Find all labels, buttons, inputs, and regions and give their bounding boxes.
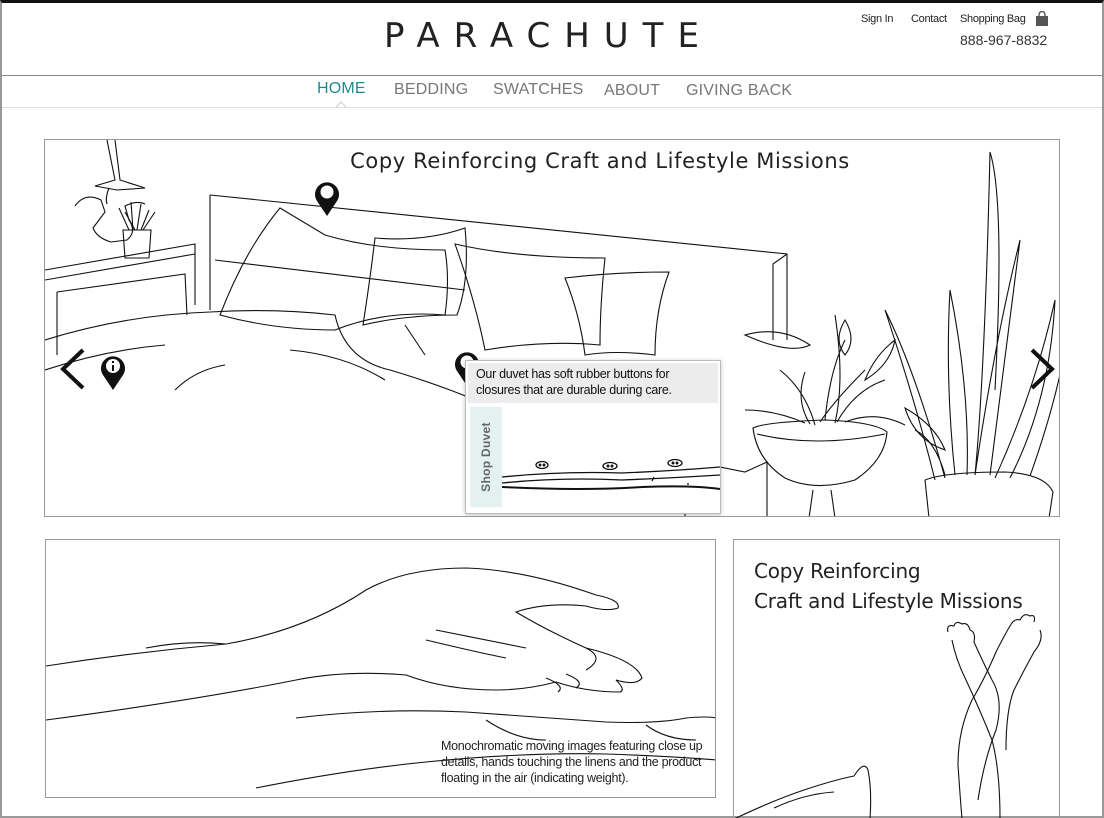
shop-duvet-label: Shop Duvet: [479, 422, 494, 492]
main-nav: HOME BEDDING SWATCHES ABOUT GIVING BACK: [2, 77, 1102, 108]
nav-home[interactable]: HOME: [317, 80, 366, 98]
legs-illustration: [734, 614, 1042, 818]
shopping-bag-link[interactable]: Shopping Bag: [960, 13, 1026, 25]
popover-description: Our duvet has soft rubber buttons for cl…: [468, 363, 718, 403]
shopping-bag-icon[interactable]: [1035, 11, 1049, 27]
info-pin-icon[interactable]: [97, 351, 129, 391]
map-pin-icon[interactable]: [311, 177, 343, 217]
mission-panel: Copy Reinforcing Craft and Lifestyle Mis…: [733, 539, 1060, 818]
nav-about[interactable]: ABOUT: [604, 82, 660, 100]
brand-logo[interactable]: PARACHUTE: [384, 16, 713, 56]
active-indicator: [336, 101, 346, 107]
product-popover: Our duvet has soft rubber buttons for cl…: [465, 360, 721, 514]
shop-duvet-button[interactable]: Shop Duvet: [470, 407, 502, 507]
feature-caption: Monochromatic moving images featuring cl…: [441, 739, 703, 785]
chevron-left-icon[interactable]: [58, 347, 88, 391]
site-header: PARACHUTE Sign In Contact Shopping Bag 8…: [2, 3, 1102, 76]
duvet-buttons-closeup: [502, 458, 720, 490]
nav-giving-back[interactable]: GIVING BACK: [686, 82, 792, 100]
sign-in-link[interactable]: Sign In: [861, 13, 893, 25]
hero-title: Copy Reinforcing Craft and Lifestyle Mis…: [350, 149, 850, 173]
hands-feature-panel: Monochromatic moving images featuring cl…: [45, 539, 716, 798]
chevron-right-icon[interactable]: [1027, 347, 1057, 391]
hero-carousel: Copy Reinforcing Craft and Lifestyle Mis…: [44, 139, 1060, 517]
contact-link[interactable]: Contact: [911, 13, 947, 25]
phone-number: 888-967-8832: [960, 32, 1048, 48]
nav-bedding[interactable]: BEDDING: [394, 81, 468, 99]
nav-swatches[interactable]: SWATCHES: [493, 81, 584, 99]
